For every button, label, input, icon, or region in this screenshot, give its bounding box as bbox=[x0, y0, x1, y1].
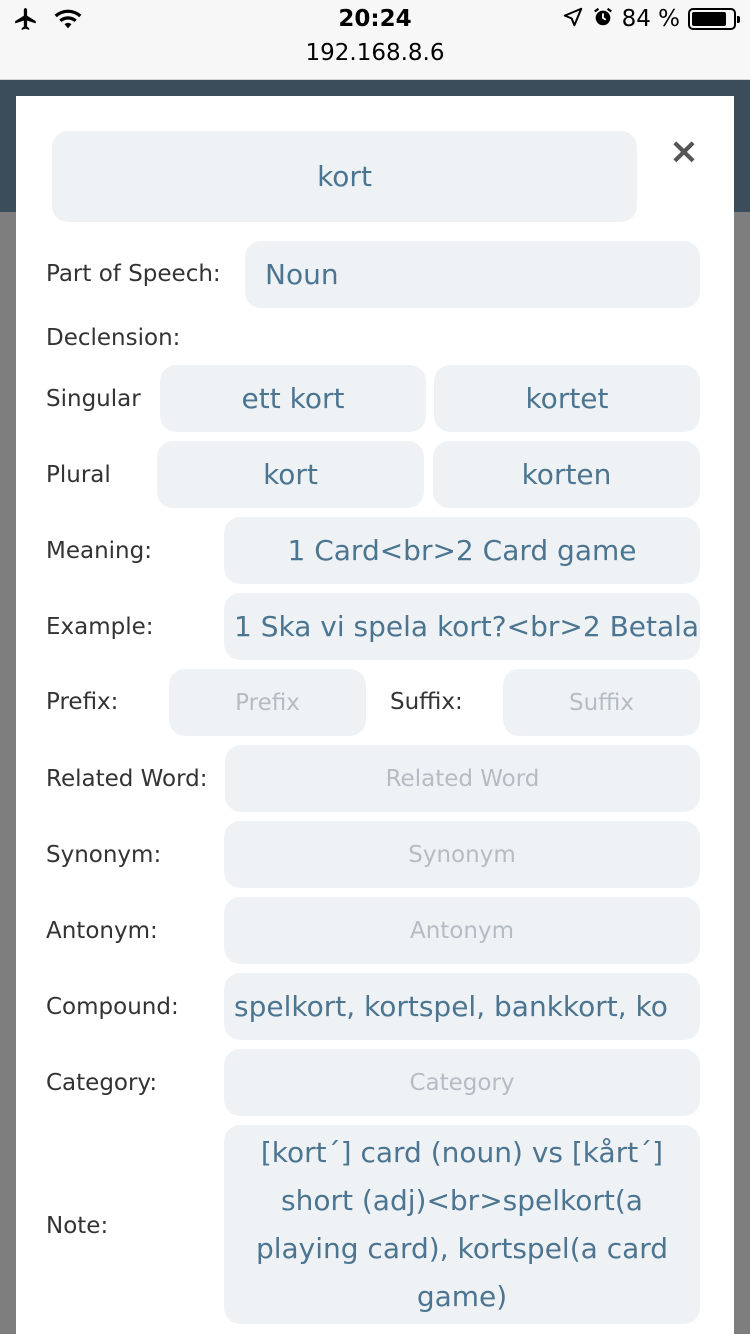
battery-icon bbox=[688, 8, 740, 30]
note-label: Note: bbox=[46, 1213, 109, 1239]
plural-definite-field[interactable]: korten bbox=[433, 441, 700, 508]
close-button[interactable]: × bbox=[664, 132, 704, 172]
declension-label: Declension: bbox=[46, 325, 181, 351]
plural-indefinite-field[interactable]: kort bbox=[157, 441, 424, 508]
battery-percentage: 84 % bbox=[621, 6, 680, 32]
part-of-speech-field[interactable]: Noun bbox=[245, 241, 700, 308]
note-field[interactable]: [kort´] card (noun) vs [kårt´] short (ad… bbox=[224, 1125, 700, 1324]
synonym-field[interactable]: Synonym bbox=[224, 821, 700, 888]
meaning-label: Meaning: bbox=[46, 538, 152, 564]
compound-field[interactable]: spelkort, kortspel, bankkort, ko bbox=[224, 973, 700, 1040]
plural-label: Plural bbox=[46, 462, 111, 488]
related-word-field[interactable]: Related Word bbox=[225, 745, 700, 812]
example-label: Example: bbox=[46, 614, 154, 640]
prefix-label: Prefix: bbox=[46, 689, 119, 715]
example-field[interactable]: 1 Ska vi spela kort?<br>2 Betala bbox=[224, 593, 700, 660]
related-word-label: Related Word: bbox=[46, 766, 208, 792]
status-right-icons: 84 % bbox=[562, 6, 740, 32]
singular-label: Singular bbox=[46, 386, 141, 412]
synonym-label: Synonym: bbox=[46, 842, 162, 868]
part-of-speech-label: Part of Speech: bbox=[46, 261, 221, 287]
singular-indefinite-field[interactable]: ett kort bbox=[160, 365, 426, 432]
meaning-field[interactable]: 1 Card<br>2 Card game bbox=[224, 517, 700, 584]
status-bar: 20:24 192.168.8.6 84 % bbox=[0, 0, 750, 80]
category-field[interactable]: Category bbox=[224, 1049, 700, 1116]
url-address[interactable]: 192.168.8.6 bbox=[0, 40, 750, 66]
suffix-field[interactable]: Suffix bbox=[503, 669, 700, 736]
antonym-label: Antonym: bbox=[46, 918, 158, 944]
alarm-icon bbox=[592, 6, 614, 32]
word-detail-modal: × kort Part of Speech: Noun Declension: … bbox=[16, 96, 734, 1334]
suffix-label: Suffix: bbox=[390, 689, 463, 715]
prefix-field[interactable]: Prefix bbox=[169, 669, 366, 736]
battery-level bbox=[692, 12, 726, 26]
antonym-field[interactable]: Antonym bbox=[224, 897, 700, 964]
location-arrow-icon bbox=[562, 6, 584, 32]
compound-label: Compound: bbox=[46, 994, 179, 1020]
word-input[interactable]: kort bbox=[52, 131, 637, 222]
singular-definite-field[interactable]: kortet bbox=[434, 365, 700, 432]
category-label: Category: bbox=[46, 1070, 158, 1096]
